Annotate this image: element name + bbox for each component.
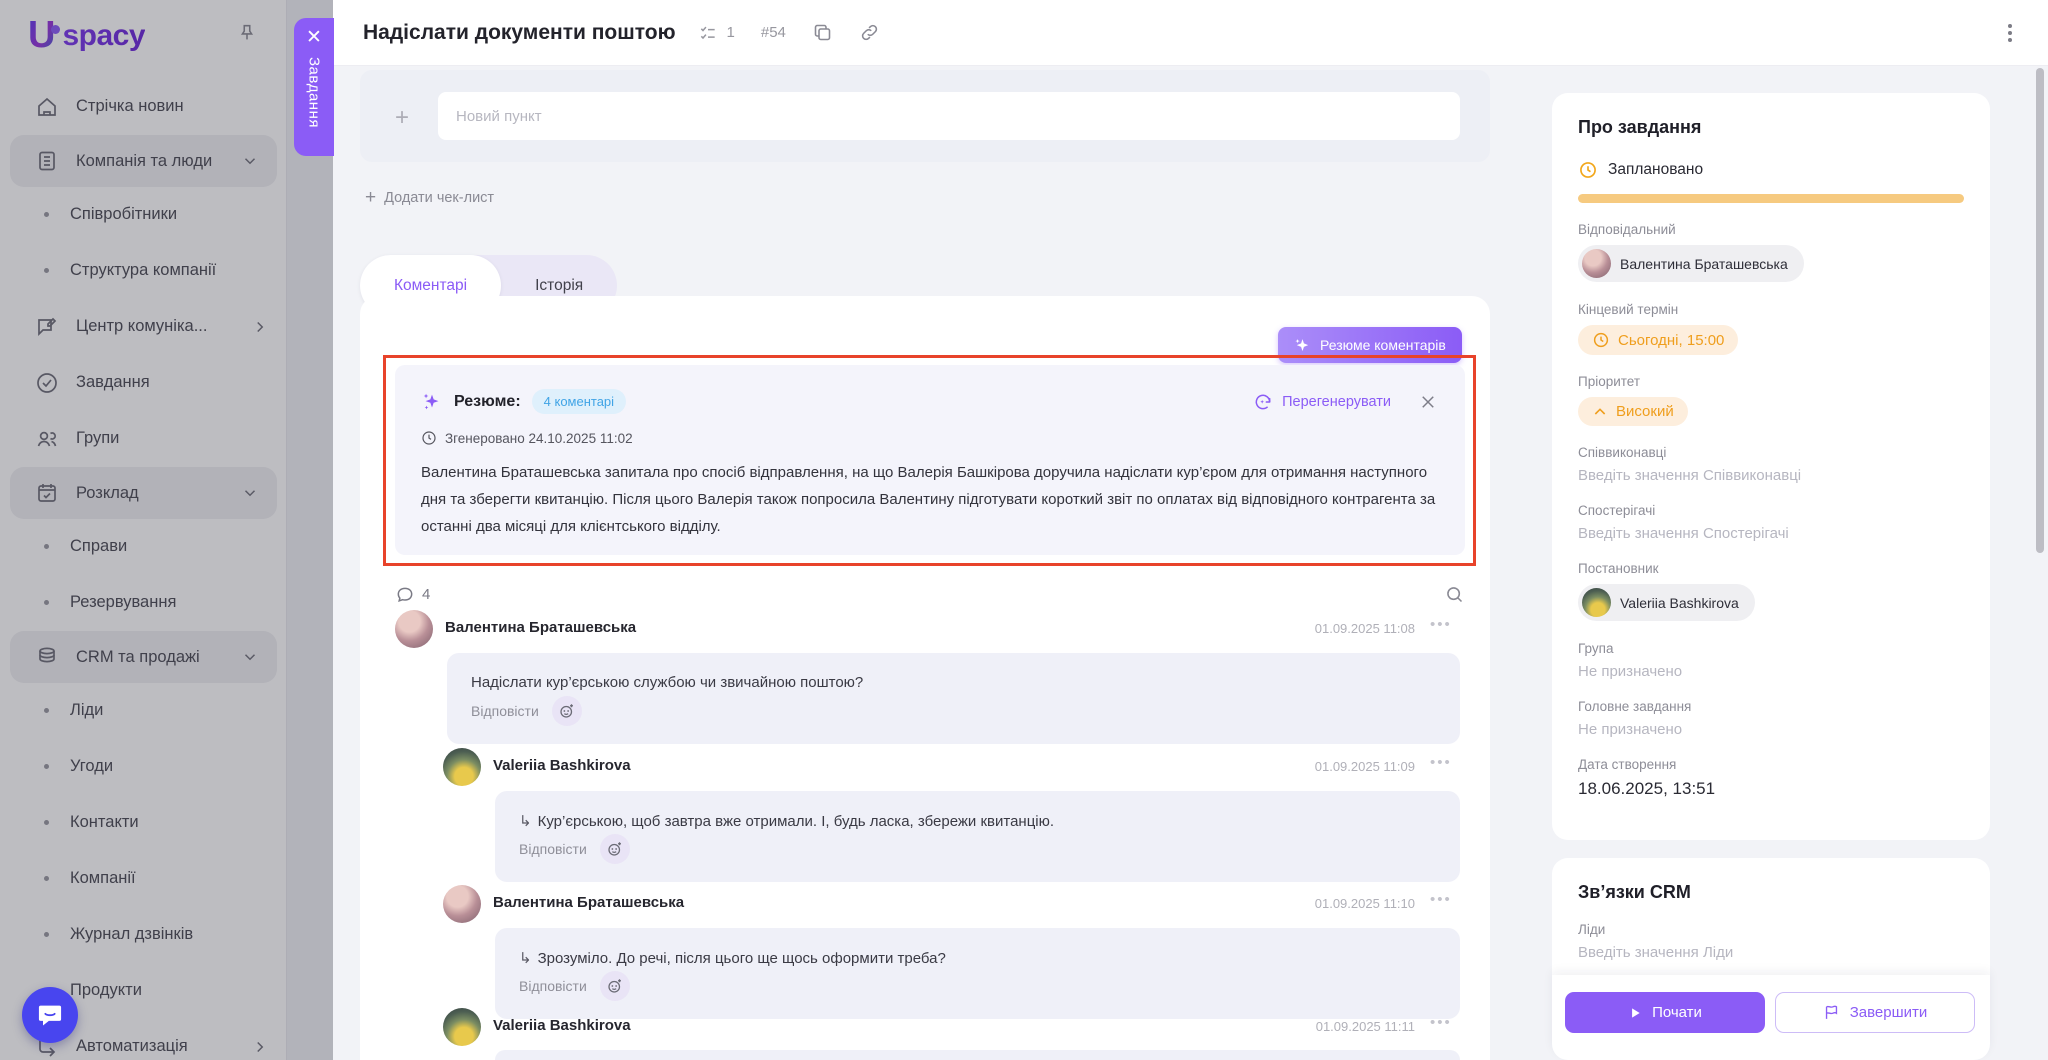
copy-icon[interactable] [812,22,833,43]
field-label: Кінцевий термін [1578,302,1964,317]
task-slideover-tab[interactable]: ✕ Завдання [294,18,334,156]
reply-arrow-icon: ↳ [519,950,532,967]
field-label: Група [1578,641,1964,656]
comments-toolbar: 4 [395,584,1465,605]
about-task-title: Про завдання [1578,117,1964,138]
start-button-label: Почати [1652,1004,1702,1021]
status-label[interactable]: Заплановано [1608,161,1703,179]
leads-input[interactable]: Введіть значення Ліди [1578,944,1964,961]
priority-value: Високий [1616,403,1674,420]
observers-input[interactable]: Введіть значення Спостерігачі [1578,525,1964,542]
priority-chip[interactable]: Високий [1578,397,1688,426]
field-label: Пріоритет [1578,374,1964,389]
link-icon[interactable] [859,22,880,43]
comment-bubble: ↳ Зрозуміло. До речі, після цього ще щось… [495,928,1460,1019]
annotation-highlight-box [383,355,1476,566]
comment-author[interactable]: Valeriia Bashkirova [493,1017,631,1034]
field-label: Постановник [1578,561,1964,576]
responsible-name: Валентина Браташевська [1620,256,1788,272]
field-label: Ліди [1578,922,1964,937]
avatar [1582,249,1611,278]
new-checklist-item-input[interactable] [438,92,1460,140]
reply-button[interactable]: Відповісти [519,841,587,857]
checklist-icon [698,23,718,43]
comment-bubble: ↳ Кур’єрською, щоб завтра вже отримали. І… [495,791,1460,882]
task-author-name: Valeriia Bashkirova [1620,595,1739,611]
add-checklist-label: Додати чек-лист [384,190,494,206]
main-task-value[interactable]: Не призначено [1578,721,1964,738]
avatar[interactable] [395,610,433,648]
avatar[interactable] [443,748,481,786]
comment-menu-icon[interactable]: ••• [1430,616,1452,633]
comment-timestamp: 01.09.2025 11:09 [1280,759,1415,774]
slideover-tab-label: Завдання [306,57,323,128]
start-task-button[interactable]: Почати [1565,992,1765,1033]
search-icon[interactable] [1444,584,1465,605]
close-icon[interactable]: ✕ [306,28,322,47]
comment-bubble-icon [395,585,415,605]
field-label: Відповідальний [1578,222,1964,237]
comments-count: 4 [422,586,430,603]
deadline-value: Сьогодні, 15:00 [1618,332,1724,349]
comment-text: Зрозуміло. До речі, після цього ще щось … [538,950,946,967]
avatar [1582,588,1611,617]
add-reaction-icon[interactable] [600,834,630,864]
task-action-bar: Почати Завершити [1552,975,1990,1060]
reply-arrow-icon: ↳ [519,813,532,830]
checklist-count: 1 [727,24,735,41]
task-title[interactable]: Надіслати документи поштою [363,21,676,45]
comment-timestamp: 01.09.2025 11:10 [1280,896,1415,911]
task-number: #54 [761,24,786,41]
more-menu-icon[interactable] [2002,18,2018,48]
comment-timestamp: 01.09.2025 11:11 [1280,1019,1415,1034]
field-label: Співвиконавці [1578,445,1964,460]
about-task-card: Про завдання Заплановано Відповідальний … [1552,93,1990,840]
group-value[interactable]: Не призначено [1578,663,1964,680]
comment-menu-icon[interactable]: ••• [1430,754,1452,771]
avatar[interactable] [443,1008,481,1046]
play-icon [1628,1006,1642,1020]
plus-icon: + [395,104,409,132]
comment-timestamp: 01.09.2025 11:08 [1280,621,1415,636]
chevron-up-icon [1592,404,1608,420]
comment-author[interactable]: Валентина Браташевська [493,894,684,911]
crm-links-title: Зв’язки CRM [1578,882,1964,903]
avatar[interactable] [443,885,481,923]
comment-bubble: Надіслати кур’єрською службою чи звичайн… [447,653,1460,744]
reply-button[interactable]: Відповісти [519,978,587,994]
flag-icon [1823,1004,1840,1021]
window-scrollbar[interactable] [2036,68,2044,553]
task-meta: 1 #54 [698,22,880,43]
plus-icon: + [365,188,376,207]
clock-icon [1592,331,1610,349]
field-label: Дата створення [1578,757,1964,772]
add-reaction-icon[interactable] [552,696,582,726]
reply-button[interactable]: Відповісти [471,703,539,719]
task-author-chip[interactable]: Valeriia Bashkirova [1578,584,1755,621]
deadline-chip[interactable]: Сьогодні, 15:00 [1578,325,1738,355]
modal-dim-overlay[interactable] [0,0,333,1060]
status-clock-icon [1578,160,1598,180]
finish-task-button[interactable]: Завершити [1775,992,1975,1033]
add-checklist-button[interactable]: + Додати чек-лист [365,188,494,207]
task-header: Надіслати документи поштою 1 #54 [333,0,2048,66]
add-reaction-icon[interactable] [600,971,630,1001]
comment-author[interactable]: Valeriia Bashkirova [493,757,631,774]
responsible-person-chip[interactable]: Валентина Браташевська [1578,245,1804,282]
field-label: Спостерігачі [1578,503,1964,518]
comment-bubble [495,1050,1460,1060]
finish-button-label: Завершити [1850,1004,1928,1021]
comment-menu-icon[interactable]: ••• [1430,891,1452,908]
coexecutors-input[interactable]: Введіть значення Співвиконавці [1578,467,1964,484]
field-label: Головне завдання [1578,699,1964,714]
summarize-button-label: Резюме коментарів [1320,337,1446,353]
created-date-value: 18.06.2025, 13:51 [1578,779,1964,799]
status-progress-bar [1578,194,1964,203]
comment-author[interactable]: Валентина Браташевська [445,619,636,636]
comment-text: Кур’єрською, щоб завтра вже отримали. І,… [538,813,1054,830]
comments-card: Резюме коментарів Резюме: 4 коментарі Пе… [360,296,1490,1060]
support-chat-button[interactable] [22,987,78,1043]
comment-text: Надіслати кур’єрською службою чи звичайн… [471,674,863,691]
comment-menu-icon[interactable]: ••• [1430,1014,1452,1031]
